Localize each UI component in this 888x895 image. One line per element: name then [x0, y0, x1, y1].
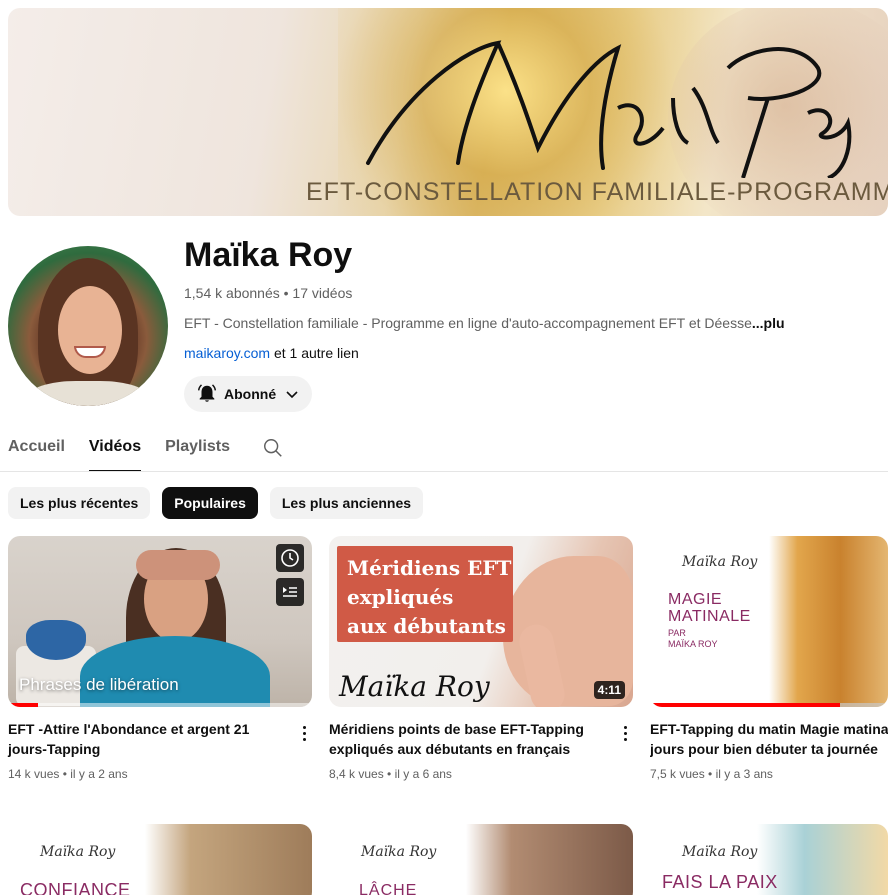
video-meta: 8,4 k vues • il y a 6 ans	[329, 767, 452, 781]
watch-progress-bar	[650, 703, 888, 707]
thumb-title: CONFIANCE	[20, 880, 131, 895]
channel-tabs: Accueil Vidéos Playlists	[8, 432, 284, 472]
thumb-title-line: aux débutants	[347, 614, 506, 638]
thumb-title: LÂCHE	[359, 882, 418, 895]
channel-avatar[interactable]	[8, 246, 168, 406]
thumb-butterfly-pillow	[26, 620, 86, 660]
search-icon[interactable]	[262, 437, 284, 459]
more-vert-icon[interactable]	[296, 721, 312, 745]
bell-ring-icon	[198, 384, 216, 402]
tabs-divider	[0, 471, 888, 472]
channel-description-text: EFT - Constellation familiale - Programm…	[184, 315, 752, 331]
channel-name: Maïka Roy	[184, 236, 353, 274]
video-title[interactable]: EFT -Attire l'Abondance et argent 21 jou…	[8, 719, 276, 759]
video-thumbnail[interactable]: Maïka Roy MAGIE MATINALE PAR MAÏKA ROY	[650, 536, 888, 707]
video-meta: 14 k vues • il y a 2 ans	[8, 767, 128, 781]
video-thumbnail[interactable]: Maïka Roy CONFIANCE	[8, 824, 312, 895]
clock-icon	[281, 549, 299, 567]
other-links-link[interactable]: et 1 autre lien	[270, 345, 359, 361]
banner-logo-signature	[366, 40, 852, 178]
thumb-signature: Maïka Roy	[40, 844, 116, 860]
chip-oldest[interactable]: Les plus anciennes	[269, 487, 424, 519]
tab-home[interactable]: Accueil	[8, 432, 65, 472]
add-to-queue-button[interactable]	[276, 578, 304, 606]
video-thumbnail[interactable]: Méridiens EFT expliqués aux débutants Ma…	[329, 536, 633, 707]
thumb-title-box: Méridiens EFT expliqués aux débutants	[337, 546, 513, 642]
banner-tagline: EFT-CONSTELLATION FAMILIALE-PROGRAMMES	[306, 178, 888, 206]
more-vert-icon[interactable]	[617, 721, 633, 745]
thumb-byline: PAR MAÏKA ROY	[668, 628, 718, 650]
video-thumbnail[interactable]: Maïka Roy FAIS LA PAIX	[650, 824, 888, 895]
watch-later-button[interactable]	[276, 544, 304, 572]
add-to-queue-icon	[283, 587, 297, 597]
more-link[interactable]: ...plus	[752, 315, 784, 331]
video-title[interactable]: Méridiens points de base EFT-Tapping exp…	[329, 719, 597, 759]
thumb-signature: Maïka Roy	[339, 670, 490, 703]
chevron-down-icon	[286, 391, 298, 399]
thumb-byline-line: PAR	[668, 628, 686, 638]
video-duration: 4:11	[593, 681, 625, 699]
thumb-person-hands	[136, 550, 220, 580]
thumb-signature: Maïka Roy	[361, 844, 437, 860]
thumb-caption: Phrases de libération	[19, 675, 179, 694]
chip-latest[interactable]: Les plus récentes	[8, 487, 151, 519]
channel-banner: EFT-CONSTELLATION FAMILIALE-PROGRAMMES	[8, 8, 888, 216]
avatar-face	[58, 286, 122, 374]
thumb-signature: Maïka Roy	[682, 844, 758, 860]
watch-progress-bar	[8, 703, 312, 707]
thumb-signature: Maïka Roy	[682, 554, 758, 570]
thumb-title-line: Méridiens EFT	[347, 556, 512, 580]
thumb-title-line: MAGIE	[668, 591, 723, 608]
watch-progress-fill	[650, 703, 841, 707]
video-thumbnail[interactable]: Maïka Roy LÂCHE	[329, 824, 633, 895]
channel-description[interactable]: EFT - Constellation familiale - Programm…	[184, 315, 784, 331]
watch-progress-fill	[8, 703, 39, 707]
thumb-title-line: expliqués	[347, 585, 454, 609]
website-link[interactable]: maikaroy.com	[184, 345, 270, 361]
video-thumbnail[interactable]: Phrases de libération	[8, 536, 312, 707]
thumb-title-line: MATINALE	[668, 608, 751, 625]
sort-chips: Les plus récentes Populaires Les plus an…	[8, 487, 435, 519]
video-title-text: EFT-Tapping du matin Magie matinale 21 j…	[650, 721, 888, 757]
channel-stats: 1,54 k abonnés • 17 vidéos	[184, 285, 353, 301]
thumb-title: MAGIE MATINALE	[668, 591, 751, 625]
thumb-title: FAIS LA PAIX	[662, 872, 778, 892]
tab-playlists[interactable]: Playlists	[165, 432, 230, 472]
channel-links: maikaroy.com et 1 autre lien	[184, 345, 359, 361]
tab-videos[interactable]: Vidéos	[88, 432, 142, 472]
chip-popular[interactable]: Populaires	[162, 487, 258, 519]
video-meta: 7,5 k vues • il y a 3 ans	[650, 767, 773, 781]
video-title[interactable]: EFT-Tapping du matin Magie matinale 21 j…	[650, 719, 888, 759]
subscribed-button[interactable]: Abonné	[184, 376, 312, 412]
thumb-person-body	[80, 636, 270, 707]
thumb-byline-line: MAÏKA ROY	[668, 639, 718, 649]
subscribed-label: Abonné	[224, 386, 277, 402]
avatar-shirt	[28, 381, 148, 406]
